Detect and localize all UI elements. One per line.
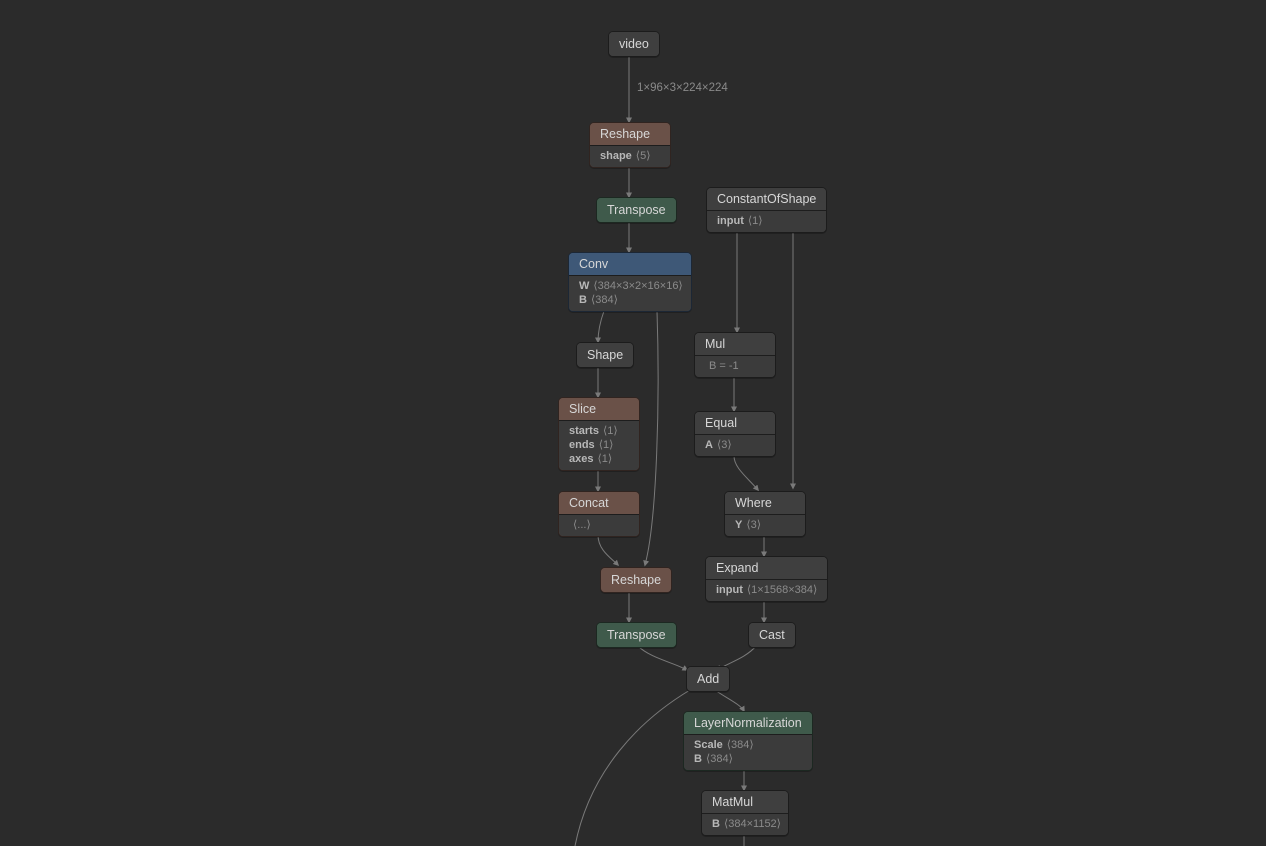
edge-label-video-reshape: 1×96×3×224×224 <box>637 82 728 94</box>
node-reshape-1[interactable]: Reshape shape⟨5⟩ <box>589 122 671 168</box>
node-body: ⟨...⟩ <box>559 514 639 536</box>
node-title: Shape <box>577 343 633 367</box>
node-body: shape⟨5⟩ <box>590 145 670 167</box>
node-title: LayerNormalization <box>684 712 812 734</box>
node-title: Equal <box>695 412 775 434</box>
node-body: input⟨1×1568×384⟩ <box>706 579 827 601</box>
node-add[interactable]: Add <box>686 666 730 692</box>
node-title: ConstantOfShape <box>707 188 826 210</box>
node-concat[interactable]: Concat ⟨...⟩ <box>558 491 640 537</box>
node-title: video <box>609 32 659 56</box>
node-reshape-2[interactable]: Reshape <box>600 567 672 593</box>
node-layernormalization[interactable]: LayerNormalization Scale⟨384⟩ B⟨384⟩ <box>683 711 813 771</box>
node-title: MatMul <box>702 791 788 813</box>
node-title: Concat <box>559 492 639 514</box>
node-body: input⟨1⟩ <box>707 210 826 232</box>
node-equal[interactable]: Equal A⟨3⟩ <box>694 411 776 457</box>
node-mul[interactable]: Mul B = -1 <box>694 332 776 378</box>
node-transpose-1[interactable]: Transpose <box>596 197 677 223</box>
node-body: B = -1 <box>695 355 775 377</box>
node-title: Expand <box>706 557 827 579</box>
node-title: Add <box>687 667 729 691</box>
node-title: Cast <box>749 623 795 647</box>
node-video[interactable]: video <box>608 31 660 57</box>
node-cast[interactable]: Cast <box>748 622 796 648</box>
node-title: Mul <box>695 333 775 355</box>
node-body: Y⟨3⟩ <box>725 514 805 536</box>
node-matmul[interactable]: MatMul B⟨384×1152⟩ <box>701 790 789 836</box>
node-constantofshape[interactable]: ConstantOfShape input⟨1⟩ <box>706 187 827 233</box>
node-slice[interactable]: Slice starts⟨1⟩ ends⟨1⟩ axes⟨1⟩ <box>558 397 640 471</box>
node-transpose-2[interactable]: Transpose <box>596 622 677 648</box>
node-title: Conv <box>569 253 691 275</box>
node-title: Transpose <box>597 623 676 647</box>
node-title: Slice <box>559 398 639 420</box>
node-body: A⟨3⟩ <box>695 434 775 456</box>
node-title: Where <box>725 492 805 514</box>
node-where[interactable]: Where Y⟨3⟩ <box>724 491 806 537</box>
node-conv[interactable]: Conv W⟨384×3×2×16×16⟩ B⟨384⟩ <box>568 252 692 312</box>
graph-canvas[interactable]: { "edge_labels": { "video_to_reshape": "… <box>0 0 1266 846</box>
node-title: Reshape <box>601 568 671 592</box>
node-title: Reshape <box>590 123 670 145</box>
node-expand[interactable]: Expand input⟨1×1568×384⟩ <box>705 556 828 602</box>
node-body: Scale⟨384⟩ B⟨384⟩ <box>684 734 812 770</box>
node-body: B⟨384×1152⟩ <box>702 813 788 835</box>
node-body: W⟨384×3×2×16×16⟩ B⟨384⟩ <box>569 275 691 311</box>
node-body: starts⟨1⟩ ends⟨1⟩ axes⟨1⟩ <box>559 420 639 470</box>
node-title: Transpose <box>597 198 676 222</box>
node-shape[interactable]: Shape <box>576 342 634 368</box>
